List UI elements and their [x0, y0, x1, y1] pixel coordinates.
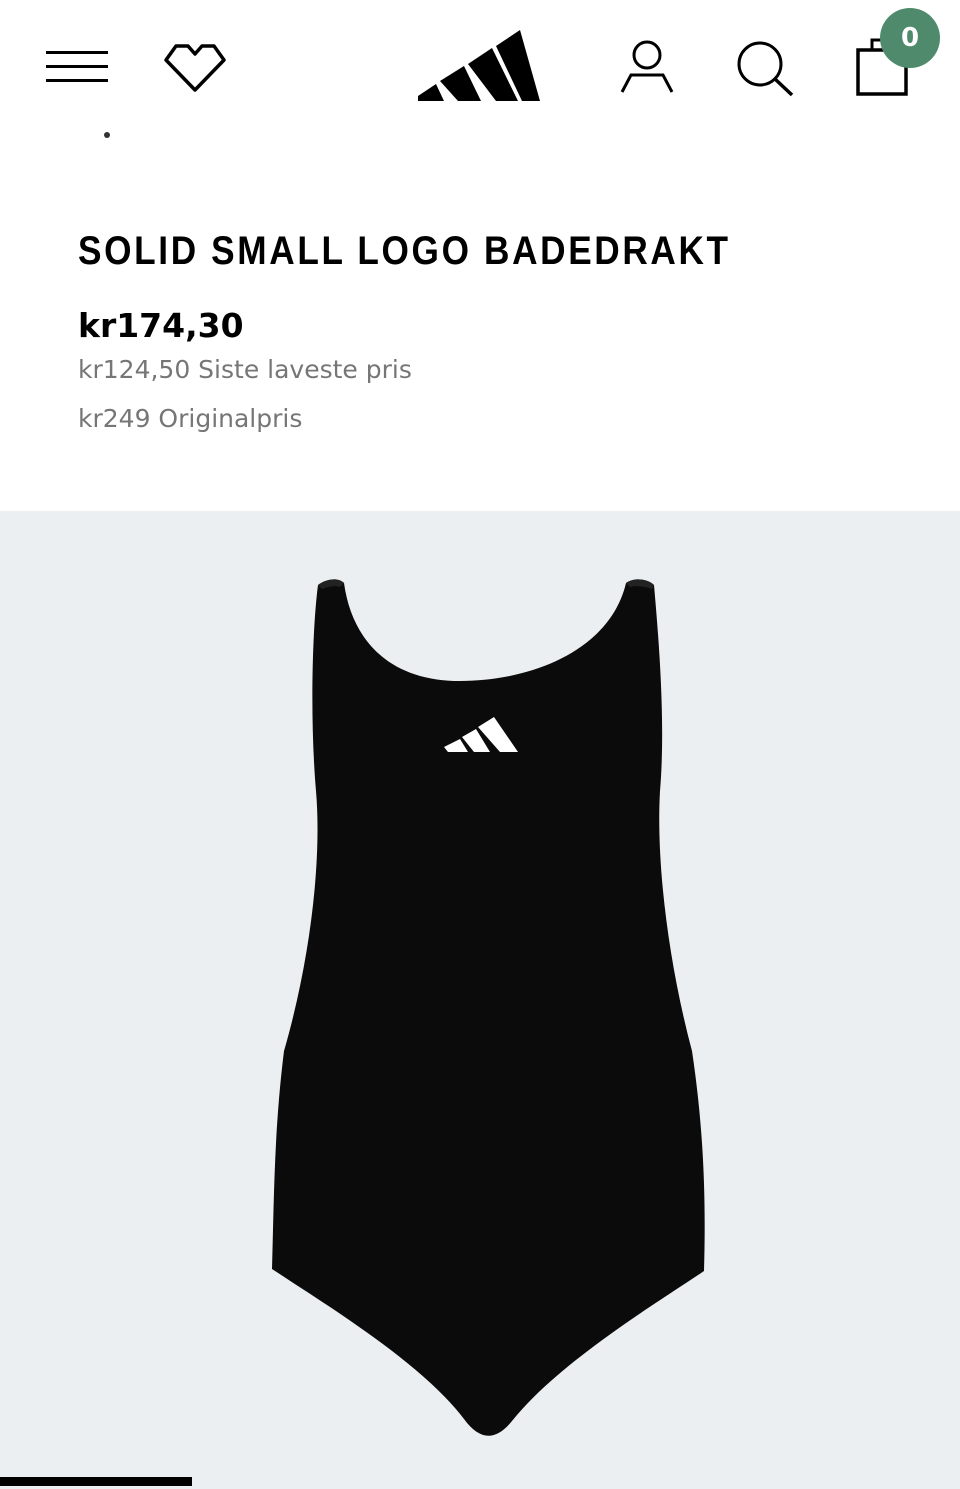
adidas-logo[interactable]	[418, 26, 540, 104]
product-image-gallery[interactable]	[0, 511, 960, 1489]
heart-icon	[164, 44, 226, 92]
wishlist-button[interactable]	[160, 40, 230, 94]
price-original: kr249 Originalpris	[78, 404, 303, 433]
product-page: 0 SOLID SMALL LOGO BADEDRAKT kr174,30 kr…	[0, 0, 960, 1489]
product-image-swimsuit[interactable]	[260, 541, 720, 1481]
search-button[interactable]	[734, 38, 796, 98]
price-current: kr174,30	[78, 306, 244, 345]
scrolled-content-remnant	[104, 132, 110, 138]
site-header: 0	[0, 0, 960, 125]
product-info: SOLID SMALL LOGO BADEDRAKT kr174,30 kr12…	[78, 220, 898, 435]
account-button[interactable]	[618, 38, 676, 96]
hamburger-menu-icon	[46, 51, 108, 82]
bag-count-badge[interactable]: 0	[880, 8, 940, 68]
user-icon	[620, 40, 674, 93]
search-icon	[737, 41, 794, 97]
price-lowest-recent: kr124,50 Siste laveste pris	[78, 355, 412, 384]
product-title: SOLID SMALL LOGO BADEDRAKT	[78, 229, 731, 273]
menu-button[interactable]	[46, 48, 108, 84]
gallery-progress-fill	[0, 1477, 192, 1486]
gallery-progress-bar	[0, 1477, 960, 1489]
